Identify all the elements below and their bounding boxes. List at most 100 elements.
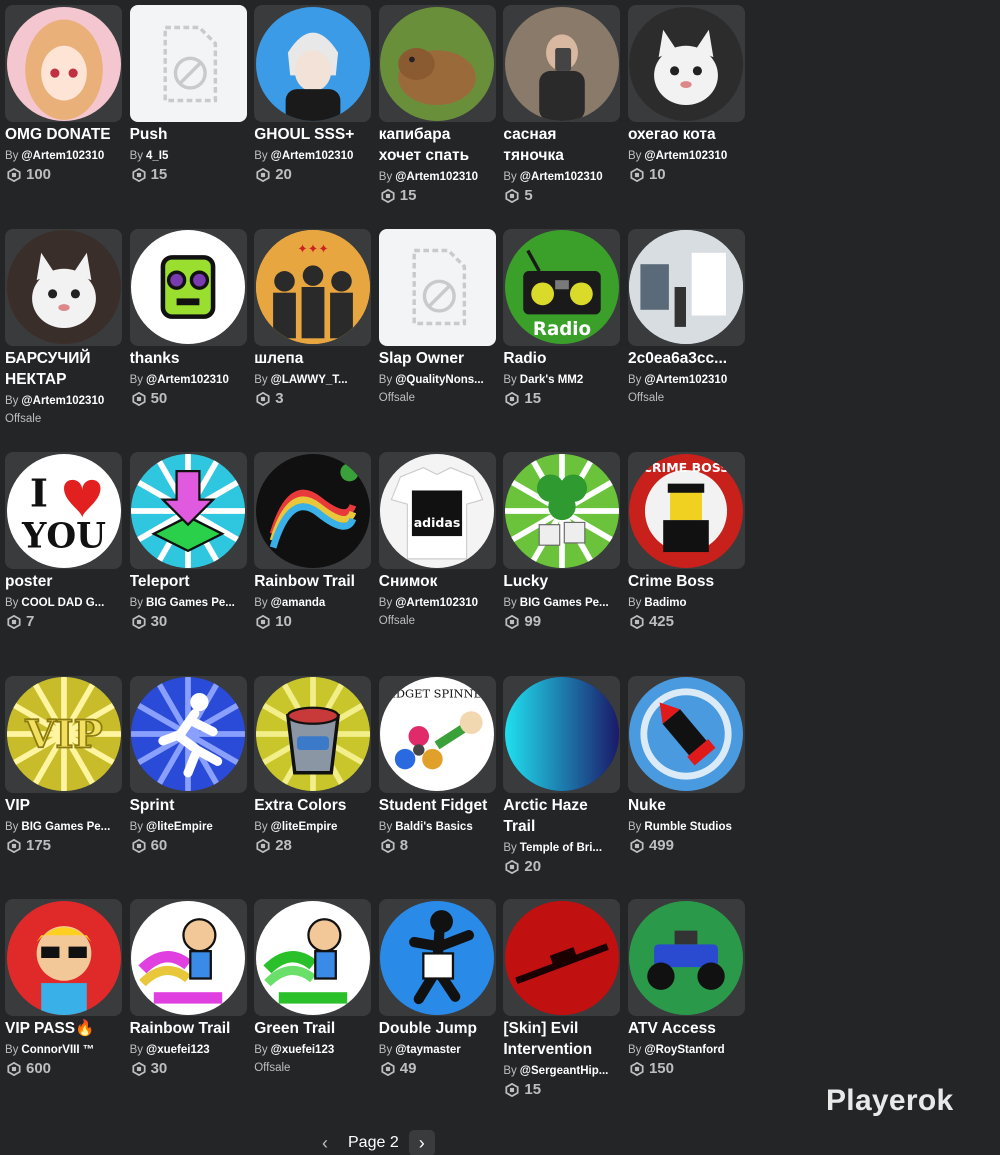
gamepass-name[interactable]: шлепа [254, 348, 371, 369]
gamepass-name[interactable]: VIP [5, 795, 122, 816]
gamepass-name[interactable]: БАРСУЧИЙ НЕКТАР [5, 348, 122, 390]
gamepass-name[interactable]: Teleport [130, 571, 247, 592]
gamepass-name[interactable]: Rainbow Trail [130, 1018, 247, 1039]
gamepass-thumbnail[interactable]: ✦✦✦ [254, 228, 372, 346]
gamepass-thumbnail[interactable] [254, 452, 372, 569]
creator-link[interactable]: @liteEmpire [271, 821, 338, 833]
gamepass-card[interactable]: CRIME BOSS Crime Boss By Badimo 425 [627, 452, 745, 676]
gamepass-card[interactable]: сасная тяночка By @Artem102310 5 [503, 5, 621, 229]
gamepass-name[interactable]: Lucky [503, 571, 620, 592]
gamepass-card[interactable]: БАРСУЧИЙ НЕКТАР By @Artem102310 Offsale [5, 228, 122, 453]
creator-link[interactable]: Dark's MM2 [520, 374, 583, 386]
gamepass-thumbnail[interactable]: Radio [503, 228, 621, 346]
gamepass-card[interactable]: Sprint By @liteEmpire 60 [129, 675, 247, 900]
gamepass-name[interactable]: Nuke [628, 795, 745, 816]
gamepass-thumbnail[interactable]: adidas [378, 452, 496, 569]
gamepass-name[interactable]: Crime Boss [628, 571, 745, 592]
gamepass-name[interactable]: Radio [503, 348, 620, 369]
creator-link[interactable]: Rumble Studios [644, 821, 732, 833]
gamepass-card[interactable]: Radio Radio By Dark's MM2 15 [503, 228, 621, 453]
gamepass-card[interactable]: Slap Owner By @QualityNons... Offsale [378, 228, 496, 453]
gamepass-card[interactable]: OMG DONATE By @Artem102310 100 [5, 5, 122, 229]
creator-link[interactable]: @xuefei123 [271, 1044, 335, 1056]
gamepass-card[interactable]: Double Jump By @taymaster 49 [378, 899, 496, 1123]
creator-link[interactable]: @liteEmpire [146, 821, 213, 833]
creator-link[interactable]: BIG Games Pe... [146, 597, 235, 609]
gamepass-card[interactable]: FIDGET SPINNER Student Fidget By Baldi's Ba… [378, 675, 496, 900]
gamepass-name[interactable]: poster [5, 571, 122, 592]
gamepass-thumbnail[interactable] [5, 899, 122, 1016]
gamepass-thumbnail[interactable]: VIP [5, 675, 122, 793]
gamepass-name[interactable]: сасная тяночка [503, 124, 620, 166]
gamepass-card[interactable]: ATV Access By @RoyStanford 150 [627, 899, 745, 1123]
gamepass-name[interactable]: Slap Owner [379, 348, 496, 369]
gamepass-thumbnail[interactable] [378, 899, 496, 1016]
gamepass-name[interactable]: Снимок [379, 571, 496, 592]
creator-link[interactable]: @Artem102310 [644, 374, 727, 386]
gamepass-name[interactable]: Push [130, 124, 247, 145]
gamepass-name[interactable]: капибара хочет спать [379, 124, 496, 166]
gamepass-thumbnail[interactable]: I YOU [5, 452, 122, 569]
creator-link[interactable]: @RoyStanford [644, 1044, 724, 1056]
gamepass-card[interactable]: Rainbow Trail By @xuefei123 30 [129, 899, 247, 1123]
gamepass-name[interactable]: Rainbow Trail [254, 571, 371, 592]
gamepass-name[interactable]: 2c0ea6a3cc... [628, 348, 745, 369]
creator-link[interactable]: @Artem102310 [146, 374, 229, 386]
gamepass-name[interactable]: охегао кота [628, 124, 745, 145]
gamepass-name[interactable]: Sprint [130, 795, 247, 816]
gamepass-card[interactable]: Green Trail By @xuefei123 Offsale [254, 899, 372, 1123]
gamepass-thumbnail[interactable] [627, 899, 745, 1016]
creator-link[interactable]: @Artem102310 [21, 395, 104, 407]
gamepass-thumbnail[interactable] [129, 899, 247, 1016]
gamepass-thumbnail[interactable] [503, 452, 621, 569]
gamepass-card[interactable]: Teleport By BIG Games Pe... 30 [129, 452, 247, 676]
gamepass-card[interactable]: Extra Colors By @liteEmpire 28 [254, 675, 372, 900]
gamepass-name[interactable]: GHOUL SSS+ [254, 124, 371, 145]
creator-link[interactable]: Baldi's Basics [395, 821, 473, 833]
gamepass-card[interactable]: 2c0ea6a3cc... By @Artem102310 Offsale [627, 228, 745, 453]
gamepass-thumbnail[interactable] [5, 228, 122, 346]
gamepass-name[interactable]: VIP PASS🔥 [5, 1018, 122, 1039]
creator-link[interactable]: @QualityNons... [395, 374, 484, 386]
gamepass-thumbnail[interactable] [378, 5, 496, 122]
gamepass-card[interactable]: Arctic Haze Trail By Temple of Bri... 20 [503, 675, 621, 900]
gamepass-thumbnail[interactable] [627, 675, 745, 793]
creator-link[interactable]: @Artem102310 [271, 150, 354, 162]
gamepass-thumbnail[interactable] [129, 675, 247, 793]
gamepass-thumbnail[interactable] [503, 675, 621, 793]
gamepass-card[interactable]: [Skin] Evil Intervention By @SergeantHip..… [503, 899, 621, 1123]
creator-link[interactable]: Badimo [644, 597, 686, 609]
gamepass-thumbnail[interactable]: FIDGET SPINNER [378, 675, 496, 793]
gamepass-thumbnail[interactable] [627, 5, 745, 122]
gamepass-name[interactable]: Arctic Haze Trail [503, 795, 620, 837]
creator-link[interactable]: BIG Games Pe... [520, 597, 609, 609]
gamepass-thumbnail[interactable] [129, 228, 247, 346]
creator-link[interactable]: @amanda [271, 597, 326, 609]
gamepass-card[interactable]: GHOUL SSS+ By @Artem102310 20 [254, 5, 372, 229]
creator-link[interactable]: BIG Games Pe... [21, 821, 110, 833]
creator-link[interactable]: @xuefei123 [146, 1044, 210, 1056]
creator-link[interactable]: @taymaster [395, 1044, 461, 1056]
gamepass-thumbnail[interactable] [378, 228, 496, 346]
gamepass-thumbnail[interactable] [503, 899, 621, 1016]
creator-link[interactable]: COOL DAD G... [21, 597, 104, 609]
creator-link[interactable]: 4_I5 [146, 150, 168, 162]
gamepass-card[interactable]: ✦✦✦ шлепа By @LAWWY_T... 3 [254, 228, 372, 453]
next-page-button[interactable]: › [408, 1130, 435, 1155]
gamepass-card[interactable]: I YOU poster By COOL DAD G... 7 [5, 452, 122, 676]
gamepass-thumbnail[interactable] [5, 5, 122, 122]
creator-link[interactable]: @Artem102310 [21, 150, 104, 162]
gamepass-card[interactable]: VIP VIP By BIG Games Pe... 175 [5, 675, 122, 900]
gamepass-name[interactable]: ATV Access [628, 1018, 745, 1039]
creator-link[interactable]: ConnorVIII ™ [21, 1044, 94, 1056]
gamepass-card[interactable]: VIP PASS🔥 By ConnorVIII ™ 600 [5, 899, 122, 1123]
gamepass-thumbnail[interactable] [254, 5, 372, 122]
gamepass-thumbnail[interactable] [254, 675, 372, 793]
gamepass-thumbnail[interactable] [129, 452, 247, 569]
gamepass-thumbnail[interactable] [627, 228, 745, 346]
creator-link[interactable]: Temple of Bri... [520, 842, 602, 854]
gamepass-thumbnail[interactable] [503, 5, 621, 122]
gamepass-card[interactable]: adidas Снимок By @Artem102310 Offsale [378, 452, 496, 676]
creator-link[interactable]: @Artem102310 [395, 171, 478, 183]
gamepass-card[interactable]: Rainbow Trail By @amanda 10 [254, 452, 372, 676]
